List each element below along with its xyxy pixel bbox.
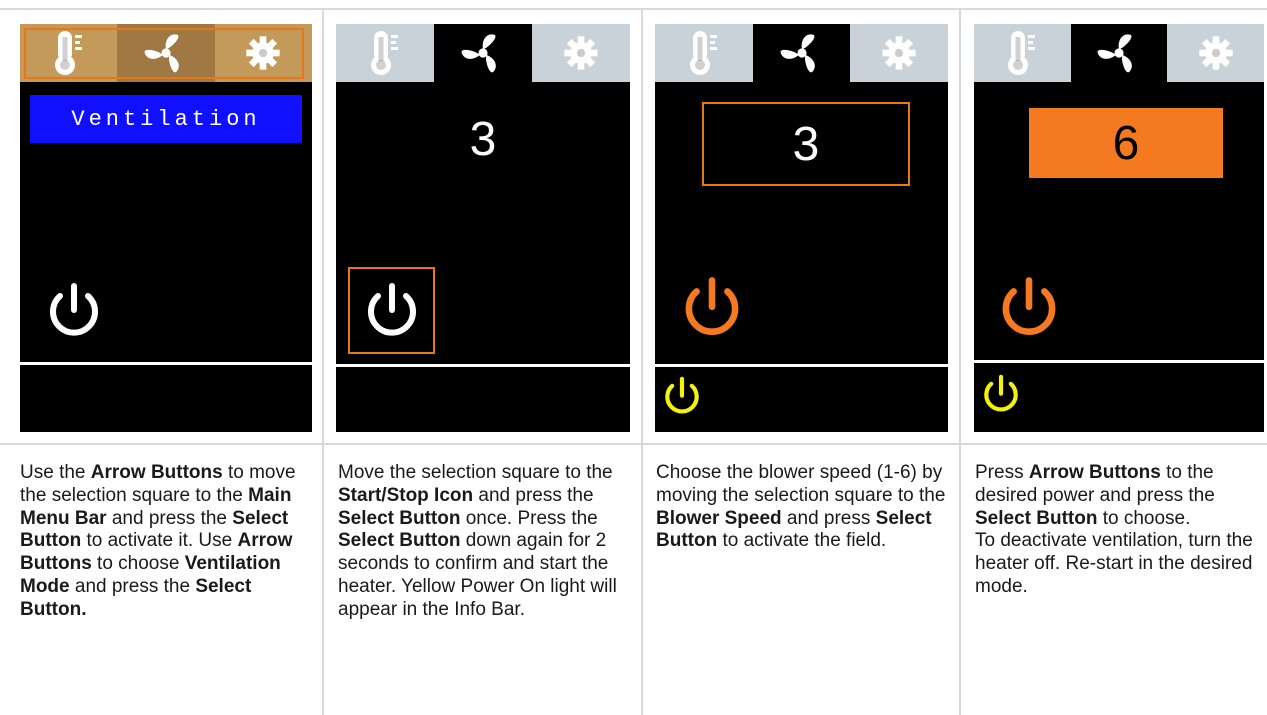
power-icon[interactable]	[679, 276, 745, 342]
blower-speed-field[interactable]: 6	[1029, 108, 1223, 178]
emphasis-term: Select Button	[338, 507, 461, 529]
fan-icon	[461, 31, 505, 75]
main-menu-bar[interactable]	[336, 24, 630, 82]
menu-item-settings[interactable]	[1167, 24, 1264, 82]
instruction-text-4: Press Arrow Buttons to the desired power…	[975, 462, 1253, 597]
thermometer-icon	[365, 29, 405, 77]
power-icon[interactable]	[362, 282, 422, 342]
menu-item-settings[interactable]	[850, 24, 948, 82]
fan-icon	[1097, 31, 1141, 75]
power-on-indicator-icon	[661, 376, 703, 418]
main-menu-bar[interactable]	[974, 24, 1264, 82]
info-bar-divider	[336, 364, 630, 367]
menu-item-ventilation[interactable]	[434, 24, 532, 82]
blower-speed-field[interactable]: 3	[702, 102, 910, 186]
blower-speed-value: 3	[792, 117, 820, 171]
emphasis-term: Select Button	[975, 507, 1098, 529]
instruction-text-1: Use the Arrow Buttons to move the select…	[20, 462, 296, 620]
menu-item-heating[interactable]	[974, 24, 1071, 82]
menu-item-heating[interactable]	[655, 24, 753, 82]
thermometer-icon	[684, 29, 724, 77]
info-bar-divider	[655, 364, 948, 367]
mode-label: Ventilation	[71, 106, 261, 132]
mode-label-box: Ventilation	[30, 95, 302, 143]
fan-icon	[780, 31, 824, 75]
gear-icon	[879, 33, 919, 73]
menu-item-ventilation[interactable]	[752, 24, 851, 82]
device-screen-panel-2: 3	[336, 24, 630, 432]
blower-speed-value[interactable]: 3	[336, 112, 630, 167]
instruction-text-3: Choose the blower speed (1-6) by moving …	[656, 462, 946, 552]
instruction-text-2: Move the selection square to the Start/S…	[338, 462, 617, 620]
power-on-indicator-icon	[980, 374, 1022, 416]
menu-item-settings[interactable]	[532, 24, 630, 82]
device-screen-panel-3: 3	[655, 24, 948, 432]
info-bar-divider	[20, 362, 312, 365]
power-icon[interactable]	[996, 276, 1062, 342]
column-divider	[641, 8, 643, 715]
emphasis-term: Select Button	[338, 530, 461, 552]
menu-selection-square	[24, 28, 304, 79]
emphasis-term: Arrow Buttons	[1028, 462, 1161, 483]
menu-item-ventilation[interactable]	[1070, 24, 1168, 82]
column-divider	[959, 8, 961, 715]
emphasis-term: Arrow Buttons	[90, 462, 223, 483]
column-divider	[322, 8, 324, 715]
thermometer-icon	[1002, 29, 1042, 77]
blower-speed-value: 6	[1112, 116, 1140, 170]
menu-item-heating[interactable]	[336, 24, 434, 82]
power-icon[interactable]	[44, 282, 104, 342]
emphasis-term: Start/Stop Icon	[338, 484, 474, 506]
device-screen-panel-1: Ventilation	[20, 24, 312, 432]
gear-icon	[1196, 33, 1236, 73]
row-divider	[0, 443, 1267, 445]
info-bar-divider	[974, 360, 1264, 363]
table-top-border	[0, 8, 1267, 10]
gear-icon	[561, 33, 601, 73]
main-menu-bar[interactable]	[655, 24, 948, 82]
device-screen-panel-4: 6	[974, 24, 1264, 432]
emphasis-term: Blower Speed	[656, 507, 782, 529]
